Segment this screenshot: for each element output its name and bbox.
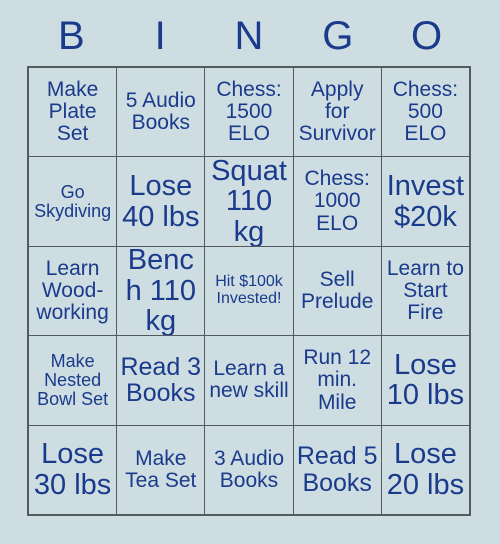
bingo-cell-label: Go Skydiving [34,181,112,221]
bingo-header-letter-b: B [58,14,85,58]
bingo-cell-r2c2[interactable]: Lose 40 lbs [117,157,205,246]
bingo-cell-label: Lose 40 lbs [122,169,200,233]
bingo-cell-r2c5[interactable]: Invest $20k [381,157,469,246]
bingo-cell-label: Apply for Survivor [298,77,376,146]
bingo-cell-label: Lose 30 lbs [33,438,112,501]
bingo-cell-r5c1[interactable]: Lose 30 lbs [29,425,117,514]
bingo-cell-r3c1[interactable]: Learn Wood-working [29,246,117,336]
bingo-cell-label: Learn to Start Fire [386,256,464,325]
bingo-header-letter-n: N [234,14,264,58]
bingo-cell-r3c4[interactable]: Sell Prelude [293,246,381,336]
bingo-cell-label: 5 Audio Books [125,88,196,135]
bingo-cell-label: Make Plate Set [46,77,99,146]
bingo-cell-r5c2[interactable]: Make Tea Set [117,425,205,514]
bingo-cell-label: Lose 10 lbs [386,348,465,412]
bingo-cell-label: Learn Wood-working [36,256,109,325]
bingo-cell-label: Make Nested Bowl Set [37,350,109,409]
bingo-cell-r1c3[interactable]: Chess: 1500 ELO [205,68,293,157]
bingo-cell-label: Read 5 Books [296,442,378,497]
bingo-cell-r1c4[interactable]: Apply for Survivor [293,68,381,157]
bingo-cell-r4c2[interactable]: Read 3 Books [117,336,205,425]
bingo-cell-r3c5[interactable]: Learn to Start Fire [381,246,469,336]
bingo-grid: Make Plate Set 5 Audio Books Chess: 1500 E… [27,66,471,516]
bingo-cell-r2c3[interactable]: Squat 110 kg [205,157,293,246]
bingo-cell-label: Read 3 Books [120,352,202,408]
bingo-cell-r1c5[interactable]: Chess: 500 ELO [381,68,469,157]
bingo-cell-label: Chess: 500 ELO [392,77,459,146]
bingo-cell-label: Learn a new skill [209,357,289,403]
bingo-header-letter-o: O [411,14,443,58]
bingo-cell-r1c1[interactable]: Make Plate Set [29,68,117,157]
bingo-cell-label: Sell Prelude [301,267,374,313]
bingo-cell-r2c4[interactable]: Chess: 1000 ELO [293,157,381,246]
bingo-cell-r1c2[interactable]: 5 Audio Books [117,68,205,157]
bingo-cell-label: Make Tea Set [125,446,197,492]
bingo-cell-r3c2[interactable]: Bench 110 kg [117,246,205,336]
bingo-cell-r4c5[interactable]: Lose 10 lbs [381,336,469,425]
bingo-cell-label: Hit $100k Invested! [215,273,283,307]
bingo-cell-r5c4[interactable]: Read 5 Books [293,425,381,514]
bingo-cell-r4c1[interactable]: Make Nested Bowl Set [29,336,117,425]
bingo-cell-r5c3[interactable]: 3 Audio Books [205,425,293,514]
bingo-cell-label: 3 Audio Books [213,446,285,492]
bingo-cell-r2c1[interactable]: Go Skydiving [29,157,117,246]
bingo-cell-label: Lose 20 lbs [386,438,465,501]
bingo-card: B I N G O Make Plate Set 5 Audio Books Chess: … [0,0,500,544]
bingo-cell-label: Invest $20k [386,169,465,233]
bingo-cell-r3c3[interactable]: Hit $100k Invested! [205,246,293,336]
bingo-header-letter-g: G [322,14,354,58]
bingo-header-row: BINGO [27,8,471,64]
bingo-cell-label: Run 12 min. Mile [303,346,372,414]
bingo-cell-label: Bench 110 kg [125,246,196,336]
bingo-cell-r4c4[interactable]: Run 12 min. Mile [293,336,381,425]
bingo-cell-label: Squat 110 kg [211,157,287,246]
bingo-header-letter-i: I [154,14,166,58]
bingo-cell-r4c3[interactable]: Learn a new skill [205,336,293,425]
bingo-cell-r5c5[interactable]: Lose 20 lbs [381,425,469,514]
bingo-cell-label: Chess: 1500 ELO [216,77,282,146]
bingo-cell-label: Chess: 1000 ELO [304,167,370,235]
